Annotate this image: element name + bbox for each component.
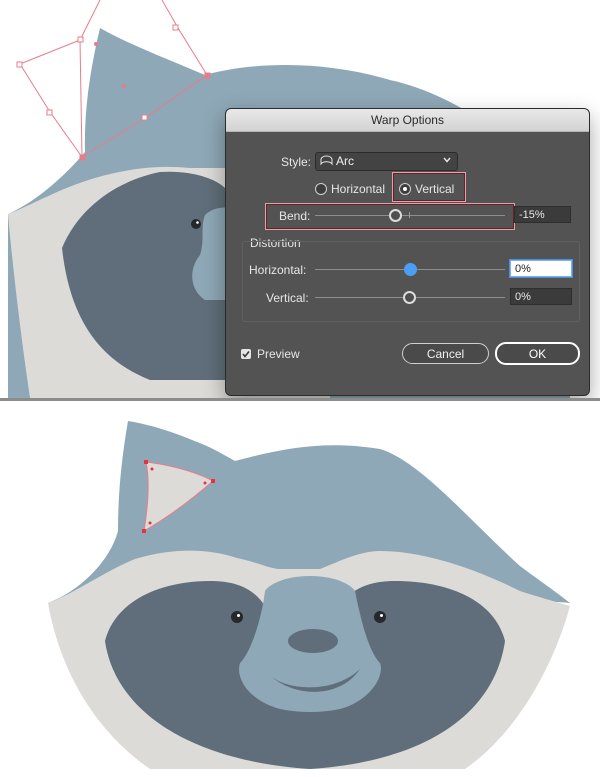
arc-icon (320, 155, 333, 166)
dialog-title: Warp Options (226, 109, 589, 132)
style-label: Style: (281, 155, 312, 169)
ok-button[interactable]: OK (495, 342, 580, 365)
style-value: Arc (336, 154, 354, 168)
preview-label: Preview (257, 347, 300, 361)
horizontal-radio-label: Horizontal (331, 182, 386, 196)
vertical-radio[interactable] (399, 183, 411, 195)
distortion-vertical-thumb[interactable] (403, 291, 416, 304)
top-canvas-panel: Warp Options Style: Arc Horizontal Verti… (0, 0, 600, 398)
chevron-down-icon (443, 157, 451, 163)
cancel-button[interactable]: Cancel (402, 343, 489, 364)
distortion-vertical-field[interactable]: 0% (510, 288, 572, 305)
raccoon-artwork-bottom (48, 421, 570, 769)
raccoon-right-eye (374, 611, 386, 623)
distortion-horizontal-label: Horizontal: (249, 263, 307, 277)
distortion-group (242, 241, 580, 322)
bend-slider-thumb[interactable] (389, 209, 402, 222)
raccoon-eye (191, 219, 201, 229)
bottom-canvas-panel (0, 401, 600, 777)
raccoon-nose (288, 629, 338, 653)
bend-slider-track[interactable] (315, 215, 505, 216)
style-dropdown[interactable]: Arc (315, 152, 458, 171)
distortion-horizontal-field[interactable]: 0% (510, 260, 572, 277)
distortion-vertical-label: Vertical: (266, 291, 309, 305)
bend-value-field[interactable]: -15% (514, 206, 571, 223)
distortion-horizontal-thumb[interactable] (404, 263, 417, 276)
checkmark-icon (242, 351, 250, 358)
warp-options-dialog: Warp Options Style: Arc Horizontal Verti… (225, 108, 590, 396)
bend-label: Bend: (279, 209, 311, 223)
bend-center-tick (409, 212, 410, 218)
horizontal-radio[interactable] (315, 183, 327, 195)
raccoon-left-eye (231, 611, 243, 623)
preview-checkbox[interactable] (241, 349, 251, 359)
vertical-radio-label: Vertical (415, 182, 455, 196)
